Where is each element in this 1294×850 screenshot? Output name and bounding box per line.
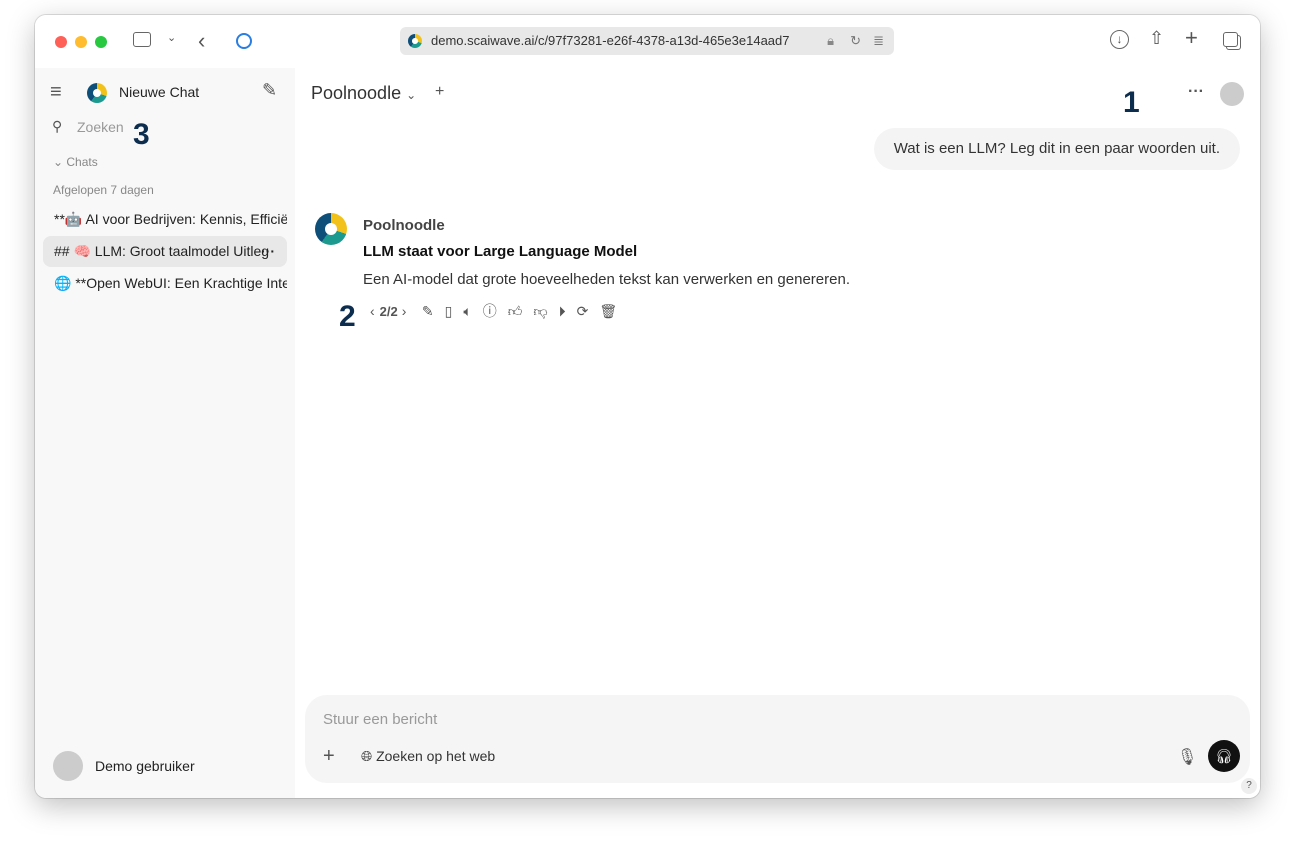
info-icon[interactable]: ⓘ bbox=[483, 301, 497, 321]
edit-icon[interactable]: ✎ bbox=[422, 303, 434, 320]
reload-icon[interactable]: ↻ bbox=[850, 27, 861, 55]
password-manager-icon[interactable] bbox=[236, 33, 252, 49]
model-selector[interactable]: Poolnoodle ⌄ bbox=[311, 83, 416, 104]
message-input[interactable]: Stuur een bericht bbox=[323, 711, 437, 728]
help-button[interactable]: ? bbox=[1241, 778, 1257, 794]
search-icon: ⚲ bbox=[52, 118, 63, 134]
copy-icon[interactable]: ▯ bbox=[445, 303, 453, 320]
back-icon[interactable]: ‹ bbox=[198, 28, 205, 54]
next-icon[interactable]: › bbox=[402, 303, 407, 319]
add-attachment-icon[interactable]: + bbox=[323, 745, 335, 768]
web-search-label: Zoeken op het web bbox=[376, 748, 496, 764]
chats-section-toggle[interactable]: ⌄ Chats bbox=[53, 155, 98, 169]
group-label: Afgelopen 7 dagen bbox=[53, 183, 154, 197]
annotation-3: 3 bbox=[133, 118, 150, 151]
reader-icon[interactable]: ≣ bbox=[873, 27, 884, 55]
share-icon[interactable]: ⇧ bbox=[1149, 28, 1164, 49]
app-logo bbox=[87, 83, 107, 103]
new-tab-icon[interactable]: + bbox=[1185, 25, 1198, 51]
voice-mode-button[interactable]: 🎧︎ bbox=[1208, 740, 1240, 772]
site-favicon bbox=[408, 34, 422, 48]
address-bar[interactable]: demo.scaiwave.ai/c/97f73281-e26f-4378-a1… bbox=[400, 27, 894, 55]
chat-item[interactable]: **🤖 AI voor Bedrijven: Kennis, Efficiënt… bbox=[43, 204, 287, 235]
chat-item-label: ## 🧠 LLM: Groot taalmodel Uitleg bbox=[54, 243, 270, 259]
chat-item[interactable]: 🌐 **Open WebUI: Een Krachtige Interface bbox=[43, 268, 287, 299]
chats-section-label: Chats bbox=[66, 155, 98, 169]
message-actions: ‹ 2/2 › ✎ ▯ 🔈︎ ⓘ 👍︎ 👎︎ ⏵ ⟳ 🗑︎ bbox=[370, 301, 628, 321]
url-text: demo.scaiwave.ai/c/97f73281-e26f-4378-a1… bbox=[431, 33, 790, 48]
globe-icon: 🌐︎ bbox=[361, 748, 373, 764]
model-name: Poolnoodle bbox=[311, 83, 402, 103]
annotation-1: 1 bbox=[1123, 86, 1140, 119]
assistant-body: Een AI-model dat grote hoeveelheden teks… bbox=[363, 271, 850, 288]
sidebar-toggle-icon[interactable] bbox=[133, 32, 151, 47]
chat-item-label: 🌐 **Open WebUI: Een Krachtige Interface bbox=[54, 275, 287, 291]
web-search-button[interactable]: 🌐︎ Zoeken op het web bbox=[361, 748, 495, 765]
chevron-down-icon[interactable]: ⌄ bbox=[167, 31, 176, 44]
search-input[interactable]: Zoeken bbox=[77, 119, 124, 135]
lock-icon: 🔒︎ bbox=[827, 33, 834, 48]
user-name[interactable]: Demo gebruiker bbox=[95, 758, 195, 774]
user-message: Wat is een LLM? Leg dit in een paar woor… bbox=[873, 128, 1240, 170]
close-window-button[interactable] bbox=[55, 36, 67, 48]
sidebar: ≡ Nieuwe Chat ✎ ⚲ Zoeken 3 ⌄ Chats Afgel… bbox=[35, 68, 295, 798]
browser-toolbar: ⌄ ‹ demo.scaiwave.ai/c/97f73281-e26f-437… bbox=[35, 15, 1260, 68]
add-model-icon[interactable]: + bbox=[435, 83, 444, 101]
composer: Stuur een bericht + 🌐︎ Zoeken op het web… bbox=[305, 695, 1250, 783]
play-icon[interactable]: ⏵ bbox=[559, 303, 566, 320]
chat-main: Poolnoodle ⌄ + ··· 1 Wat is een LLM? Leg… bbox=[295, 68, 1260, 798]
more-icon[interactable]: ··· bbox=[1188, 83, 1204, 101]
prev-icon[interactable]: ‹ bbox=[370, 303, 375, 319]
new-chat-link[interactable]: Nieuwe Chat bbox=[119, 84, 199, 100]
annotation-2: 2 bbox=[339, 300, 356, 333]
browser-window: ⌄ ‹ demo.scaiwave.ai/c/97f73281-e26f-437… bbox=[35, 15, 1260, 798]
microphone-icon[interactable]: 🎙︎ bbox=[1177, 747, 1197, 767]
new-chat-edit-icon[interactable]: ✎ bbox=[262, 80, 277, 101]
menu-icon[interactable]: ≡ bbox=[50, 81, 62, 104]
avatar[interactable] bbox=[53, 751, 83, 781]
speaker-icon[interactable]: 🔈︎ bbox=[463, 303, 471, 320]
regenerate-icon[interactable]: ⟳ bbox=[577, 303, 589, 320]
assistant-title: LLM staat voor Large Language Model bbox=[363, 243, 638, 260]
tabs-overview-icon[interactable] bbox=[1223, 32, 1238, 47]
more-icon[interactable]: ··· bbox=[261, 236, 275, 267]
chevron-down-icon: ⌄ bbox=[406, 88, 417, 102]
zoom-window-button[interactable] bbox=[95, 36, 107, 48]
assistant-name: Poolnoodle bbox=[363, 217, 445, 234]
chat-item-active[interactable]: ## 🧠 LLM: Groot taalmodel Uitleg ··· bbox=[43, 236, 287, 267]
minimize-window-button[interactable] bbox=[75, 36, 87, 48]
assistant-logo bbox=[315, 213, 347, 245]
pager: 2/2 bbox=[379, 304, 398, 319]
chat-item-label: **🤖 AI voor Bedrijven: Kennis, Efficiënt… bbox=[54, 211, 287, 227]
thumbs-up-icon[interactable]: 👍︎ bbox=[508, 303, 523, 320]
download-icon[interactable]: ↓ bbox=[1110, 30, 1129, 49]
trash-icon[interactable]: 🗑︎ bbox=[599, 303, 617, 320]
avatar[interactable] bbox=[1220, 82, 1244, 106]
thumbs-down-icon[interactable]: 👎︎ bbox=[533, 303, 547, 320]
